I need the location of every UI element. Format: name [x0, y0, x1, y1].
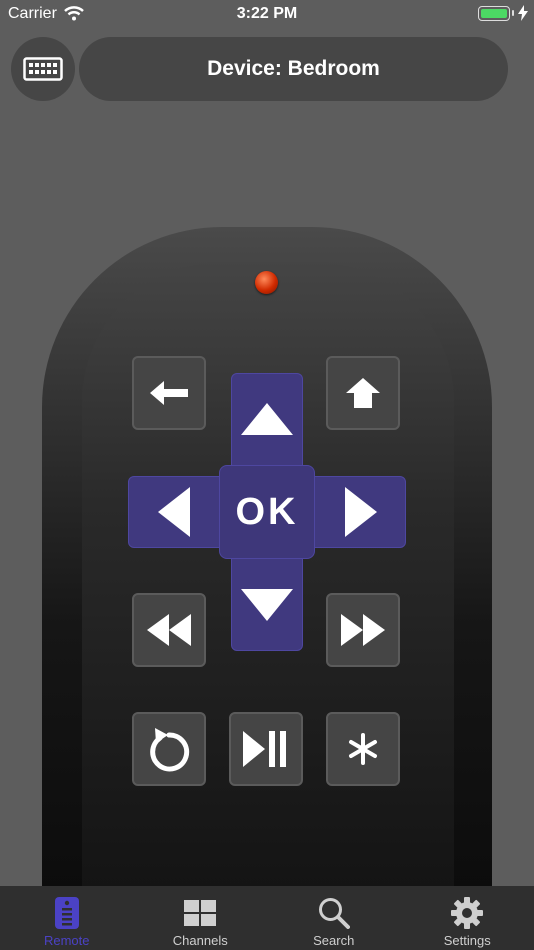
remote-icon [54, 897, 79, 929]
charging-bolt-icon [518, 5, 528, 21]
options-button[interactable] [326, 712, 400, 786]
battery-cap [512, 10, 514, 16]
play-pause-button[interactable] [229, 712, 303, 786]
up-triangle-icon [241, 403, 293, 435]
search-icon [318, 898, 350, 929]
ir-led-indicator [255, 271, 278, 294]
back-arrow-icon [150, 381, 188, 405]
play-pause-icon [243, 731, 286, 767]
tab-channels[interactable]: Channels [134, 886, 268, 950]
home-icon [346, 378, 380, 408]
tab-bar: Remote Channels Search Settings [0, 886, 534, 950]
tab-search[interactable]: Search [267, 886, 401, 950]
tab-label: Search [313, 933, 355, 948]
fast-forward-button[interactable] [326, 593, 400, 667]
battery-icon [478, 6, 510, 21]
dpad-left-button[interactable] [128, 476, 219, 548]
fast-forward-icon [341, 614, 385, 646]
rewind-button[interactable] [132, 593, 206, 667]
tab-label: Remote [43, 933, 90, 948]
dpad-up-button[interactable] [231, 373, 303, 465]
dpad-down-button[interactable] [231, 559, 303, 651]
battery-fill [481, 9, 507, 18]
grid-icon [184, 900, 217, 926]
tab-settings[interactable]: Settings [401, 886, 534, 950]
device-selector-button[interactable]: Device: Bedroom [79, 37, 508, 101]
tab-label: Channels [172, 933, 228, 948]
back-button[interactable] [132, 356, 206, 430]
left-triangle-icon [157, 487, 190, 537]
down-triangle-icon [241, 589, 293, 621]
right-triangle-icon [344, 487, 377, 537]
dpad-right-button[interactable] [315, 476, 406, 548]
instant-replay-button[interactable] [132, 712, 206, 786]
home-button[interactable] [326, 356, 400, 430]
status-bar: Carrier 3:22 PM [0, 0, 534, 28]
tab-label: Settings [443, 933, 491, 948]
tab-remote[interactable]: Remote [0, 886, 134, 950]
ok-button[interactable]: OK [219, 465, 315, 559]
keyboard-button[interactable] [11, 37, 75, 101]
clock: 3:22 PM [236, 5, 298, 22]
keyboard-icon [23, 57, 63, 81]
asterisk-icon [349, 733, 377, 765]
replay-icon [150, 728, 190, 772]
gear-icon [451, 897, 484, 929]
rewind-icon [147, 614, 191, 646]
